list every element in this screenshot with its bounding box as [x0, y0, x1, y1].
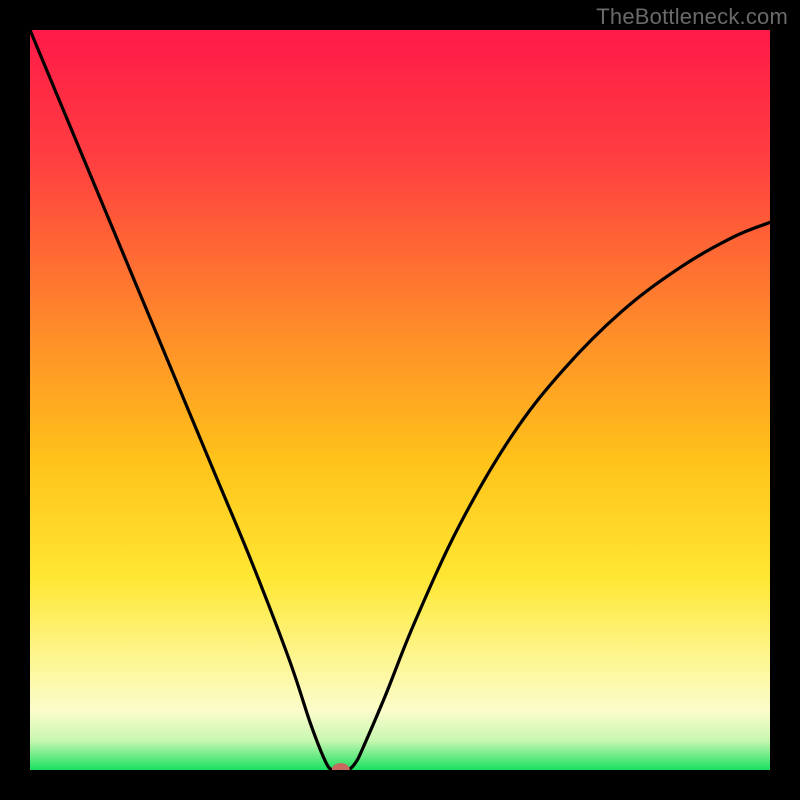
chart-svg: [30, 30, 770, 770]
plot-area: [30, 30, 770, 770]
chart-frame: TheBottleneck.com: [0, 0, 800, 800]
watermark-text: TheBottleneck.com: [596, 4, 788, 30]
